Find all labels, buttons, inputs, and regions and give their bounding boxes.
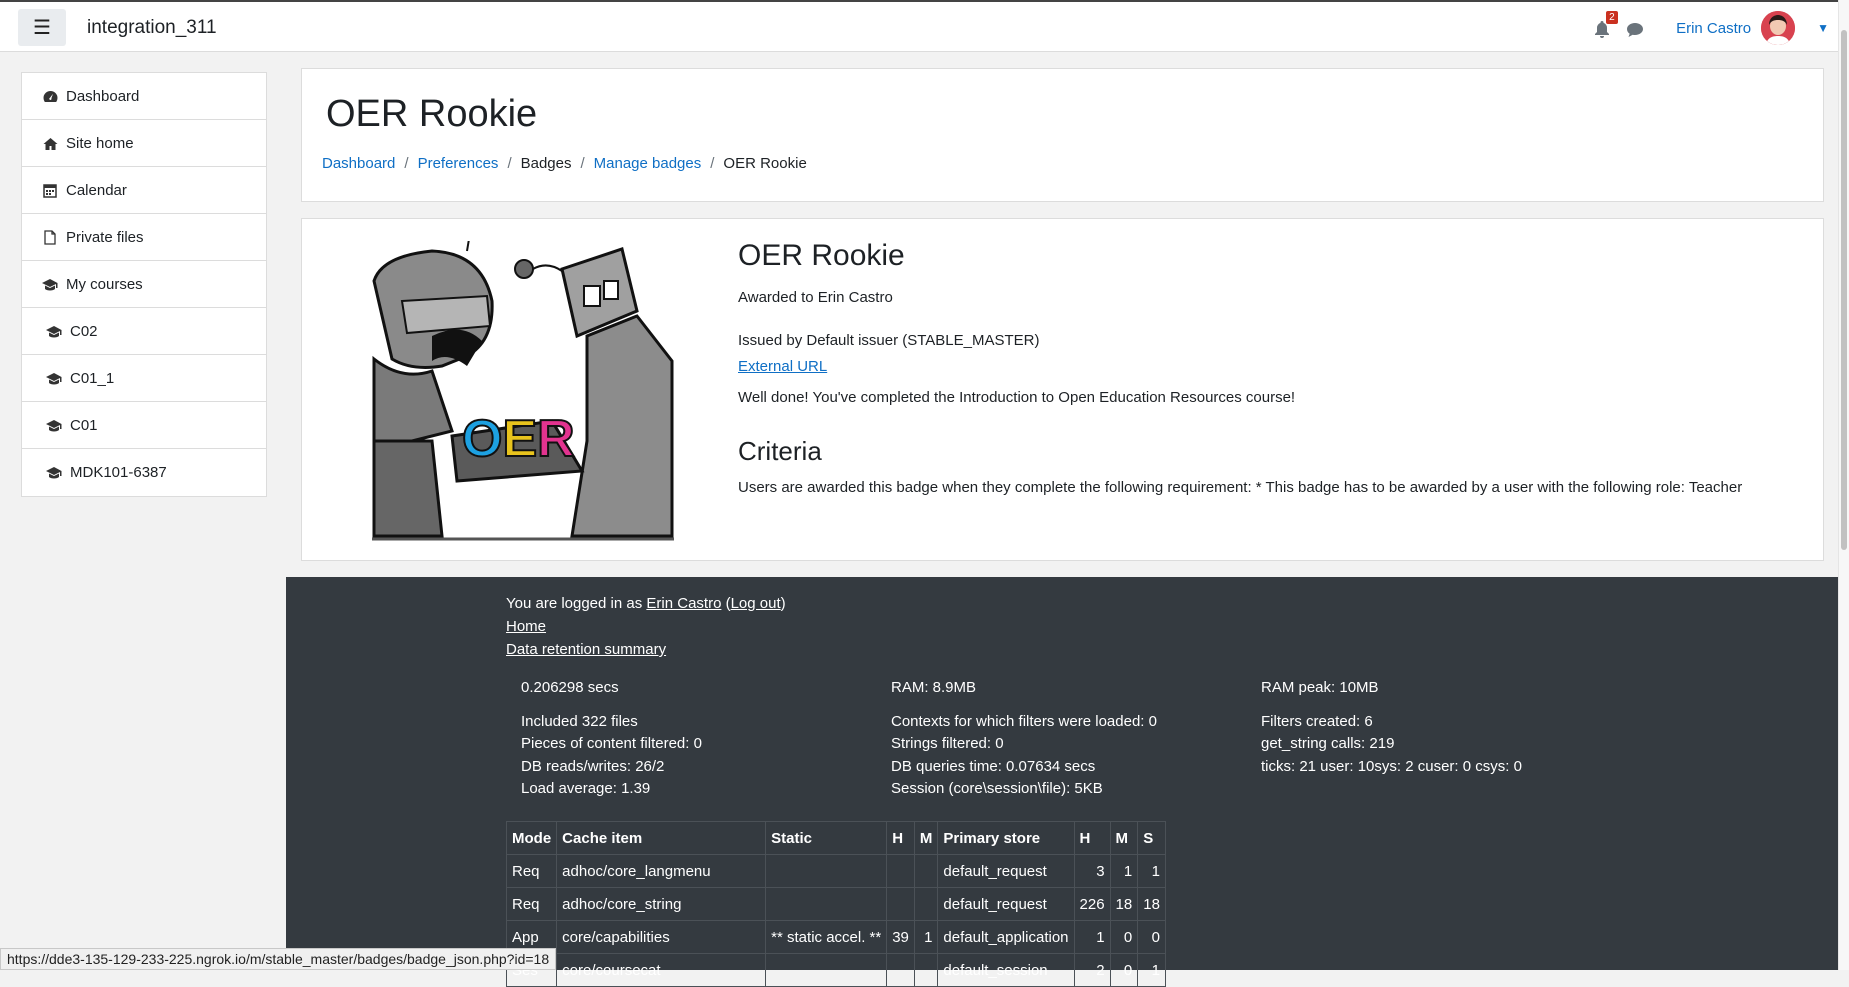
table-header-row: Mode Cache item Static H M Primary store… bbox=[505, 821, 1166, 855]
notification-count-badge: 2 bbox=[1606, 11, 1618, 24]
sidebar-item-label: Site home bbox=[66, 134, 134, 152]
footer-user-link[interactable]: Erin Castro bbox=[646, 595, 721, 612]
dashboard-icon bbox=[42, 88, 58, 104]
badge-info: OER Rookie Awarded to Erin Castro Issued… bbox=[738, 239, 1798, 496]
breadcrumb-separator: / bbox=[507, 155, 512, 172]
breadcrumb-separator: / bbox=[580, 155, 585, 172]
breadcrumb: Dashboard / Preferences / Badges / Manag… bbox=[322, 155, 807, 172]
breadcrumb-manage-badges[interactable]: Manage badges bbox=[594, 155, 702, 172]
criteria-text: Users are awarded this badge when they c… bbox=[738, 479, 1743, 496]
top-navbar: ☰ integration_311 2 Erin Castro ▼ bbox=[0, 0, 1839, 52]
graduation-cap-icon bbox=[46, 417, 62, 433]
sidebar-item-label: MDK101-6387 bbox=[70, 464, 167, 481]
sidebar-item-label: Private files bbox=[66, 228, 144, 246]
site-name[interactable]: integration_311 bbox=[87, 17, 217, 39]
scrollbar-thumb[interactable] bbox=[1841, 30, 1847, 550]
page-header: OER Rookie Dashboard / Preferences / Bad… bbox=[301, 68, 1824, 202]
user-menu-name[interactable]: Erin Castro bbox=[1676, 20, 1751, 37]
cache-stats-table: Mode Cache item Static H M Primary store… bbox=[505, 821, 1166, 987]
graduation-cap-icon bbox=[42, 276, 58, 292]
messages-button[interactable] bbox=[1626, 18, 1646, 38]
sidebar-item-label: C02 bbox=[70, 322, 98, 340]
data-retention-link[interactable]: Data retention summary bbox=[506, 641, 666, 658]
breadcrumb-separator: / bbox=[710, 155, 715, 172]
home-icon bbox=[42, 135, 58, 151]
breadcrumb-badges: Badges bbox=[520, 155, 572, 172]
notifications-button[interactable]: 2 bbox=[1594, 11, 1618, 39]
oer-letters: OER bbox=[462, 410, 575, 468]
graduation-cap-icon bbox=[46, 370, 62, 386]
sidebar-item-private-files[interactable]: Private files bbox=[22, 214, 266, 261]
page-footer: You are logged in as Erin Castro (Log ou… bbox=[286, 577, 1839, 987]
external-url-link[interactable]: External URL bbox=[738, 358, 827, 375]
breadcrumb-preferences[interactable]: Preferences bbox=[418, 155, 499, 172]
sidebar-item-label: My courses bbox=[66, 275, 143, 293]
page-title: OER Rookie bbox=[326, 93, 538, 135]
issued-by-text: Issued by Default issuer (STABLE_MASTER) bbox=[738, 332, 1040, 349]
sidebar-item-calendar[interactable]: Calendar bbox=[22, 167, 266, 214]
sidebar-item-label: C01 bbox=[70, 416, 98, 434]
sidebar-item-label: C01_1 bbox=[70, 369, 115, 387]
table-row: Req adhoc/core_langmenu default_request … bbox=[505, 854, 1166, 888]
table-row: Req adhoc/core_string default_request 22… bbox=[505, 887, 1166, 921]
badge-details-card: OER OER Rookie Awarded to Erin Castro Is… bbox=[301, 213, 1824, 561]
badge-image: OER bbox=[372, 213, 674, 541]
chevron-down-icon[interactable]: ▼ bbox=[1817, 21, 1829, 35]
breadcrumb-current: OER Rookie bbox=[723, 155, 807, 172]
user-nav: 2 Erin Castro ▼ bbox=[1594, 11, 1829, 45]
chat-bubble-icon bbox=[1627, 23, 1644, 37]
sidebar-item-site-home[interactable]: Site home bbox=[22, 120, 266, 167]
sidebar-nav-list: Dashboard Site home Calendar Private fil… bbox=[21, 72, 267, 497]
hamburger-icon: ☰ bbox=[33, 17, 51, 39]
graduation-cap-icon bbox=[46, 465, 62, 481]
browser-status-url: https://dde3-135-129-233-225.ngrok.io/m/… bbox=[0, 948, 557, 970]
sidebar-item-course-mdk101[interactable]: MDK101-6387 bbox=[22, 449, 266, 496]
sidebar-item-label: Calendar bbox=[66, 181, 127, 199]
sidebar-item-course-c01[interactable]: C01 bbox=[22, 402, 266, 449]
sidebar-item-dashboard[interactable]: Dashboard bbox=[22, 73, 266, 120]
graduation-cap-icon bbox=[46, 323, 62, 339]
sidebar-item-my-courses[interactable]: My courses bbox=[22, 261, 266, 308]
logout-link[interactable]: Log out bbox=[731, 595, 781, 612]
menu-toggle-button[interactable]: ☰ bbox=[18, 9, 66, 46]
login-info: You are logged in as Erin Castro (Log ou… bbox=[506, 595, 786, 612]
badge-name: OER Rookie bbox=[738, 239, 905, 272]
perf-column-3: RAM peak: 10MB Filters created: 6 get_st… bbox=[1261, 679, 1522, 775]
criteria-heading: Criteria bbox=[738, 436, 822, 466]
perf-column-2: RAM: 8.9MB Contexts for which filters we… bbox=[891, 679, 1157, 797]
page-scrollbar[interactable] bbox=[1838, 0, 1849, 970]
awarded-to-text: Awarded to Erin Castro bbox=[738, 289, 893, 306]
file-icon bbox=[42, 229, 58, 245]
badge-description: Well done! You've completed the Introduc… bbox=[738, 389, 1296, 406]
table-row: Ses core/coursecat default_session 2 0 1 bbox=[505, 953, 1166, 987]
sidebar-item-label: Dashboard bbox=[66, 87, 140, 105]
footer-home-link[interactable]: Home bbox=[506, 618, 546, 635]
sidebar-item-course-c02[interactable]: C02 bbox=[22, 308, 266, 355]
sidebar-item-course-c01-1[interactable]: C01_1 bbox=[22, 355, 266, 402]
calendar-icon bbox=[42, 182, 58, 198]
user-avatar[interactable] bbox=[1761, 11, 1796, 45]
nav-drawer: Dashboard Site home Calendar Private fil… bbox=[0, 52, 286, 970]
breadcrumb-dashboard[interactable]: Dashboard bbox=[322, 155, 395, 172]
breadcrumb-separator: / bbox=[404, 155, 409, 172]
perf-column-1: 0.206298 secs Included 322 files Pieces … bbox=[521, 679, 702, 797]
table-row: App core/capabilities ** static accel. *… bbox=[505, 920, 1166, 954]
